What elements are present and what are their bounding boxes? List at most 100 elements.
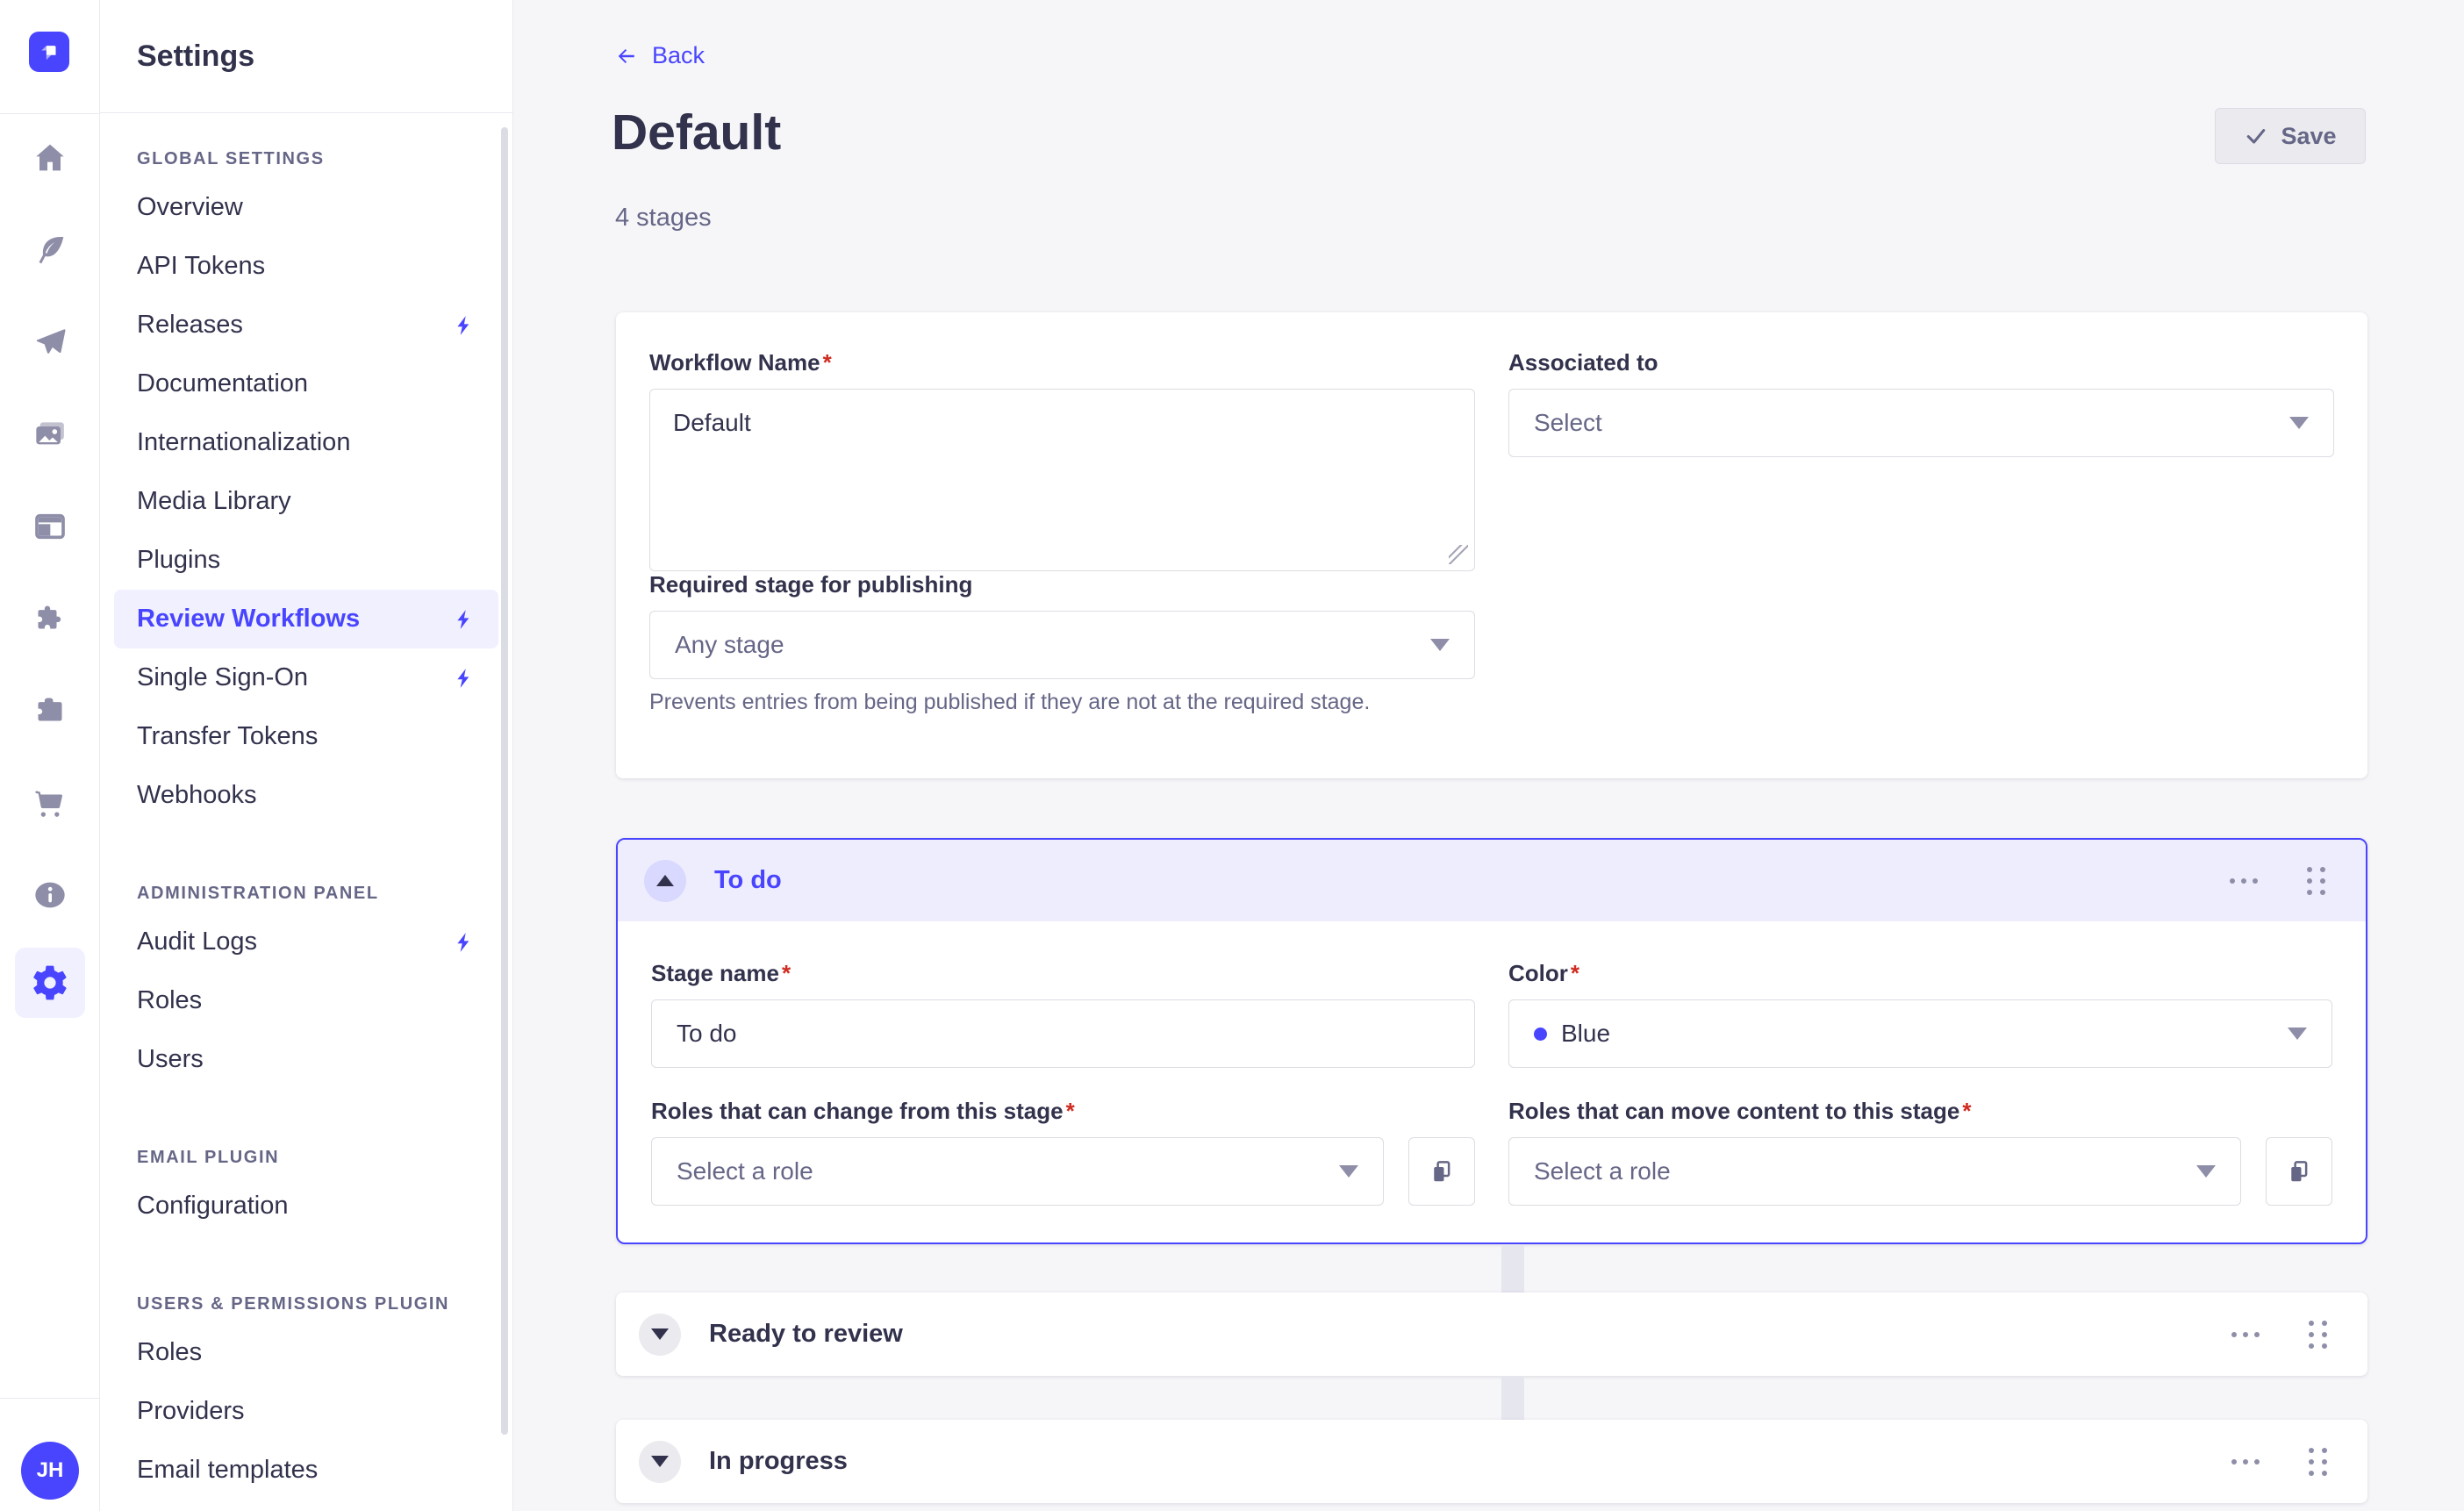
sidebar-item-up-roles[interactable]: Roles (114, 1323, 498, 1382)
plugins-puzzle-icon[interactable] (29, 598, 71, 640)
sidebar-header: Settings (100, 0, 512, 113)
lightning-icon (453, 314, 476, 337)
settings-gear-icon[interactable] (15, 948, 85, 1018)
page-title: Default (612, 104, 781, 161)
stage-title: Ready to review (709, 1320, 903, 1349)
color-swatch-blue (1534, 1028, 1547, 1041)
copy-icon (1429, 1158, 1455, 1185)
roles-move-field: Roles that can move content to this stag… (1508, 1098, 2332, 1206)
sidebar-item-single-sign-on[interactable]: Single Sign-On (114, 648, 498, 707)
stage-card-todo: To do Stage name* Color* (616, 838, 2367, 1244)
chevron-up-icon (656, 875, 674, 886)
sidebar-item-email-templates[interactable]: Email templates (114, 1441, 498, 1500)
releases-plane-icon[interactable] (29, 321, 71, 363)
required-asterisk: * (1066, 1098, 1075, 1124)
stage-card-ready-to-review: Ready to review (616, 1293, 2367, 1376)
purchase-cart-icon[interactable] (29, 782, 71, 824)
sidebar-item-overview[interactable]: Overview (114, 178, 498, 237)
workflow-name-field: Workflow Name* Default Required stage fo… (649, 349, 1475, 715)
stage-color-select[interactable]: Blue (1508, 999, 2332, 1068)
stage-name-label: Stage name* (651, 960, 791, 986)
check-icon (2244, 124, 2268, 148)
roles-move-label: Roles that can move content to this stag… (1508, 1098, 1971, 1124)
sidebar-item-admin-roles[interactable]: Roles (114, 971, 498, 1030)
stage-title: To do (714, 866, 782, 895)
roles-move-select[interactable]: Select a role (1508, 1137, 2241, 1206)
save-button[interactable]: Save (2215, 108, 2366, 164)
main-content: Back Default 4 stages Save Workflow Name… (513, 0, 2464, 1511)
strapi-logo[interactable] (29, 32, 69, 72)
expand-button[interactable] (639, 1314, 681, 1356)
duplicate-roles-button[interactable] (2266, 1137, 2332, 1206)
back-arrow-icon (613, 43, 640, 69)
strapi-logo-icon (36, 39, 62, 65)
section-users-permissions-plugin: USERS & PERMISSIONS PLUGIN (114, 1285, 498, 1323)
chevron-down-icon (2196, 1165, 2216, 1178)
roles-change-select[interactable]: Select a role (651, 1137, 1384, 1206)
sidebar-item-media-library[interactable]: Media Library (114, 472, 498, 531)
section-global-settings: GLOBAL SETTINGS (114, 140, 498, 178)
settings-sidebar: Settings GLOBAL SETTINGS Overview API To… (100, 0, 513, 1511)
sidebar-item-plugins[interactable]: Plugins (114, 531, 498, 590)
required-asterisk: * (823, 349, 832, 376)
user-avatar[interactable]: JH (21, 1442, 79, 1500)
sidebar-item-api-tokens[interactable]: API Tokens (114, 237, 498, 296)
drag-handle-icon[interactable] (2303, 1443, 2332, 1481)
sidebar-item-internationalization[interactable]: Internationalization (114, 413, 498, 472)
sidebar-item-configuration[interactable]: Configuration (114, 1177, 498, 1235)
stage-card-in-progress: In progress (616, 1420, 2367, 1503)
stage-connector (1501, 1376, 1524, 1420)
required-stage-label: Required stage for publishing (649, 571, 972, 598)
sidebar-item-advanced-settings[interactable]: Advanced settings (114, 1500, 498, 1511)
sidebar-item-users[interactable]: Users (114, 1030, 498, 1089)
chevron-down-icon (2289, 417, 2309, 429)
stage-name-field: Stage name* (651, 960, 1475, 1068)
sidebar-item-review-workflows[interactable]: Review Workflows (114, 590, 498, 648)
content-type-builder-icon[interactable] (29, 229, 71, 271)
required-stage-hint: Prevents entries from being published if… (649, 690, 1475, 715)
stage-menu-icon[interactable] (2224, 873, 2263, 889)
workflow-name-input[interactable]: Default (649, 389, 1475, 571)
required-asterisk: * (1571, 960, 1579, 986)
stage-name-input[interactable] (651, 999, 1475, 1068)
marketplace-puzzle-icon[interactable] (29, 690, 71, 732)
sidebar-item-documentation[interactable]: Documentation (114, 354, 498, 413)
required-asterisk: * (782, 960, 791, 986)
associated-to-label: Associated to (1508, 349, 1658, 376)
sidebar-title: Settings (137, 39, 254, 74)
associated-to-select[interactable]: Select (1508, 389, 2334, 457)
section-email-plugin: EMAIL PLUGIN (114, 1138, 498, 1177)
sidebar-item-providers[interactable]: Providers (114, 1382, 498, 1441)
stage-connector (1501, 1244, 1524, 1293)
sidebar-item-audit-logs[interactable]: Audit Logs (114, 913, 498, 971)
rail-divider-bottom (0, 1398, 100, 1399)
lightning-icon (453, 931, 476, 954)
avatar-initials: JH (37, 1458, 64, 1483)
sidebar-item-transfer-tokens[interactable]: Transfer Tokens (114, 707, 498, 766)
sidebar-scrollbar[interactable] (501, 127, 508, 1435)
expand-button[interactable] (639, 1441, 681, 1483)
stage-color-label: Color* (1508, 960, 1579, 986)
stage-color-field: Color* Blue (1508, 960, 2332, 1068)
collapse-button[interactable] (644, 860, 686, 902)
stage-title: In progress (709, 1447, 848, 1476)
duplicate-roles-button[interactable] (1408, 1137, 1475, 1206)
home-icon[interactable] (29, 137, 71, 179)
media-library-icon[interactable] (29, 413, 71, 455)
workflow-form-card: Workflow Name* Default Required stage fo… (616, 312, 2367, 778)
chevron-down-icon (651, 1456, 669, 1467)
required-stage-select[interactable]: Any stage (649, 611, 1475, 679)
sidebar-item-webhooks[interactable]: Webhooks (114, 766, 498, 825)
roles-change-label: Roles that can change from this stage* (651, 1098, 1075, 1124)
information-icon[interactable] (29, 874, 71, 916)
back-link[interactable]: Back (613, 42, 705, 69)
stage-menu-icon[interactable] (2226, 1454, 2265, 1470)
drag-handle-icon[interactable] (2303, 1315, 2332, 1354)
sidebar-item-releases[interactable]: Releases (114, 296, 498, 354)
layout-panel-icon[interactable] (29, 505, 71, 548)
stage-menu-icon[interactable] (2226, 1327, 2265, 1343)
required-asterisk: * (1962, 1098, 1971, 1124)
workflow-name-label: Workflow Name* (649, 349, 832, 376)
drag-handle-icon[interactable] (2302, 862, 2331, 900)
stage-count: 4 stages (615, 204, 712, 233)
